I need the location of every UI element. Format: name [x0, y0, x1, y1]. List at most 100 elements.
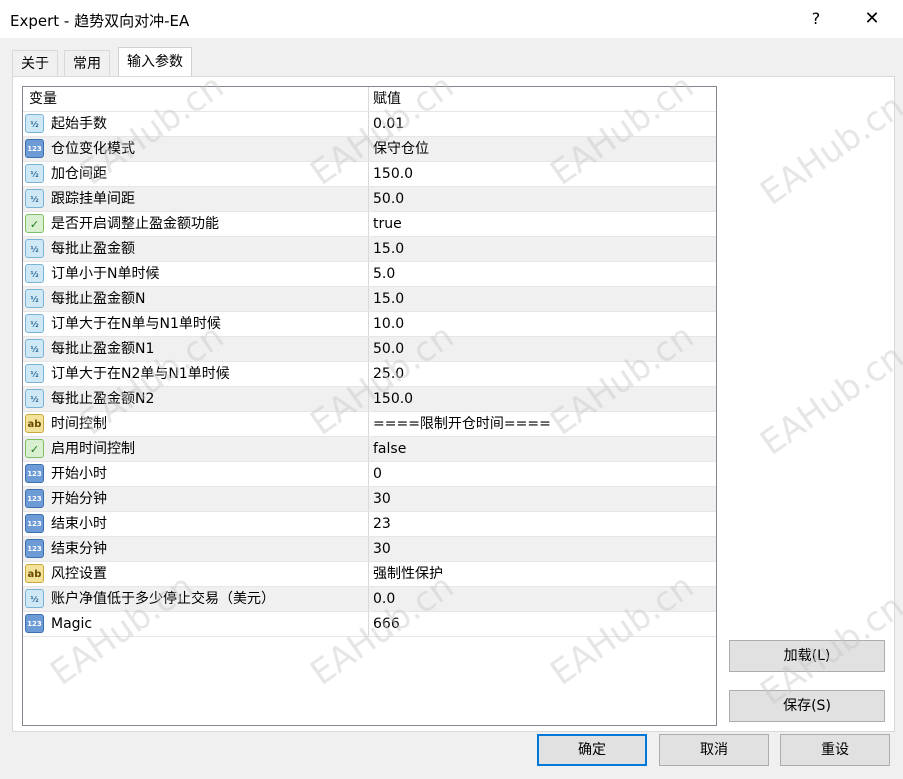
parameter-name: 每批止盈金额N2: [51, 391, 155, 407]
parameter-value[interactable]: 15.0: [373, 287, 404, 311]
ok-button[interactable]: 确定: [537, 734, 647, 766]
parameter-name: 每批止盈金额N: [51, 291, 146, 307]
close-button[interactable]: ✕: [848, 4, 896, 34]
parameter-value[interactable]: false: [373, 437, 406, 461]
parameter-row[interactable]: ½ 每批止盈金额N2 150.0: [23, 387, 716, 412]
parameter-row[interactable]: ½ 账户净值低于多少停止交易（美元） 0.0: [23, 587, 716, 612]
load-button[interactable]: 加载(L): [729, 640, 885, 672]
parameter-row[interactable]: ab 风控设置 强制性保护: [23, 562, 716, 587]
fraction-icon: ½: [25, 589, 44, 608]
parameter-row[interactable]: ½ 每批止盈金额N 15.0: [23, 287, 716, 312]
parameter-value[interactable]: 15.0: [373, 237, 404, 261]
parameter-value[interactable]: 0: [373, 462, 382, 486]
parameter-name: 起始手数: [51, 116, 107, 132]
parameter-row[interactable]: 123 结束分钟 30: [23, 537, 716, 562]
cancel-button[interactable]: 取消: [659, 734, 769, 766]
parameter-name: Magic: [51, 616, 93, 632]
integer-icon: 123: [25, 539, 44, 558]
parameter-row[interactable]: ½ 订单大于在N2单与N1单时候 25.0: [23, 362, 716, 387]
parameter-row[interactable]: ab 时间控制 ====限制开仓时间====: [23, 412, 716, 437]
parameter-value[interactable]: true: [373, 212, 402, 236]
column-separator: [368, 537, 369, 561]
column-separator: [368, 562, 369, 586]
fraction-icon: ½: [25, 289, 44, 308]
parameter-value[interactable]: 0.01: [373, 112, 404, 136]
parameter-value[interactable]: 25.0: [373, 362, 404, 386]
parameter-name: 仓位变化模式: [51, 141, 135, 157]
column-separator: [368, 162, 369, 186]
parameter-value[interactable]: 0.0: [373, 587, 395, 611]
parameter-name: 账户净值低于多少停止交易（美元）: [51, 591, 275, 607]
fraction-icon: ½: [25, 114, 44, 133]
column-separator: [368, 387, 369, 411]
fraction-icon: ½: [25, 389, 44, 408]
parameter-value[interactable]: 666: [373, 612, 400, 636]
parameter-name: 风控设置: [51, 566, 107, 582]
parameter-row[interactable]: ½ 订单大于在N单与N1单时候 10.0: [23, 312, 716, 337]
parameter-name: 每批止盈金额N1: [51, 341, 155, 357]
tab-common[interactable]: 常用: [64, 50, 110, 76]
parameter-row[interactable]: ½ 起始手数 0.01: [23, 112, 716, 137]
parameter-row[interactable]: 123 结束小时 23: [23, 512, 716, 537]
string-icon: ab: [25, 564, 44, 583]
parameter-row[interactable]: ½ 跟踪挂单间距 50.0: [23, 187, 716, 212]
parameters-grid: 变量 赋值 ½ 起始手数 0.01 123 仓位变化模式 保守仓位 ½ 加仓间距 150.0 ½ 跟…: [22, 86, 717, 726]
parameter-value[interactable]: 50.0: [373, 187, 404, 211]
column-separator: [368, 262, 369, 286]
column-separator: [368, 137, 369, 161]
column-separator: [368, 437, 369, 461]
tab-about[interactable]: 关于: [12, 50, 58, 76]
parameter-row[interactable]: ½ 加仓间距 150.0: [23, 162, 716, 187]
parameter-value[interactable]: 5.0: [373, 262, 395, 286]
fraction-icon: ½: [25, 364, 44, 383]
parameter-name: 每批止盈金额: [51, 241, 135, 257]
parameter-value[interactable]: 50.0: [373, 337, 404, 361]
title-bar: Expert - 趋势双向对冲-EA ? ✕: [0, 0, 903, 38]
integer-icon: 123: [25, 139, 44, 158]
column-separator: [368, 612, 369, 636]
parameter-name: 时间控制: [51, 416, 107, 432]
reset-button[interactable]: 重设: [780, 734, 890, 766]
parameter-value[interactable]: 30: [373, 537, 391, 561]
parameter-row[interactable]: ✓ 启用时间控制 false: [23, 437, 716, 462]
parameter-name: 订单小于N单时候: [51, 266, 160, 282]
parameter-row[interactable]: ½ 订单小于N单时候 5.0: [23, 262, 716, 287]
column-separator: [368, 237, 369, 261]
parameter-row[interactable]: ✓ 是否开启调整止盈金额功能 true: [23, 212, 716, 237]
parameter-value[interactable]: 23: [373, 512, 391, 536]
window-title: Expert - 趋势双向对冲-EA: [10, 12, 190, 30]
column-separator[interactable]: [368, 87, 369, 111]
parameter-row[interactable]: ½ 每批止盈金额N1 50.0: [23, 337, 716, 362]
integer-icon: 123: [25, 464, 44, 483]
parameter-value[interactable]: ====限制开仓时间====: [373, 412, 551, 436]
parameter-row[interactable]: 123 开始小时 0: [23, 462, 716, 487]
parameter-value[interactable]: 150.0: [373, 387, 413, 411]
integer-icon: 123: [25, 489, 44, 508]
parameter-row[interactable]: 123 开始分钟 30: [23, 487, 716, 512]
tab-input-parameters[interactable]: 输入参数: [118, 47, 192, 77]
column-separator: [368, 187, 369, 211]
parameter-row[interactable]: ½ 每批止盈金额 15.0: [23, 237, 716, 262]
fraction-icon: ½: [25, 164, 44, 183]
string-icon: ab: [25, 414, 44, 433]
column-header-value[interactable]: 赋值: [373, 87, 401, 111]
fraction-icon: ½: [25, 314, 44, 333]
parameter-name: 订单大于在N单与N1单时候: [51, 316, 221, 332]
column-separator: [368, 312, 369, 336]
parameter-row[interactable]: 123 仓位变化模式 保守仓位: [23, 137, 716, 162]
save-button[interactable]: 保存(S): [729, 690, 885, 722]
parameter-name: 开始分钟: [51, 491, 107, 507]
parameter-name: 订单大于在N2单与N1单时候: [51, 366, 230, 382]
parameter-value[interactable]: 150.0: [373, 162, 413, 186]
parameter-value[interactable]: 强制性保护: [373, 562, 443, 586]
column-header-variable[interactable]: 变量: [29, 87, 57, 111]
parameter-value[interactable]: 保守仓位: [373, 137, 429, 161]
column-separator: [368, 412, 369, 436]
help-button[interactable]: ?: [796, 4, 836, 34]
parameter-row[interactable]: 123 Magic 666: [23, 612, 716, 637]
fraction-icon: ½: [25, 264, 44, 283]
parameter-value[interactable]: 10.0: [373, 312, 404, 336]
integer-icon: 123: [25, 614, 44, 633]
parameter-value[interactable]: 30: [373, 487, 391, 511]
parameter-name: 开始小时: [51, 466, 107, 482]
